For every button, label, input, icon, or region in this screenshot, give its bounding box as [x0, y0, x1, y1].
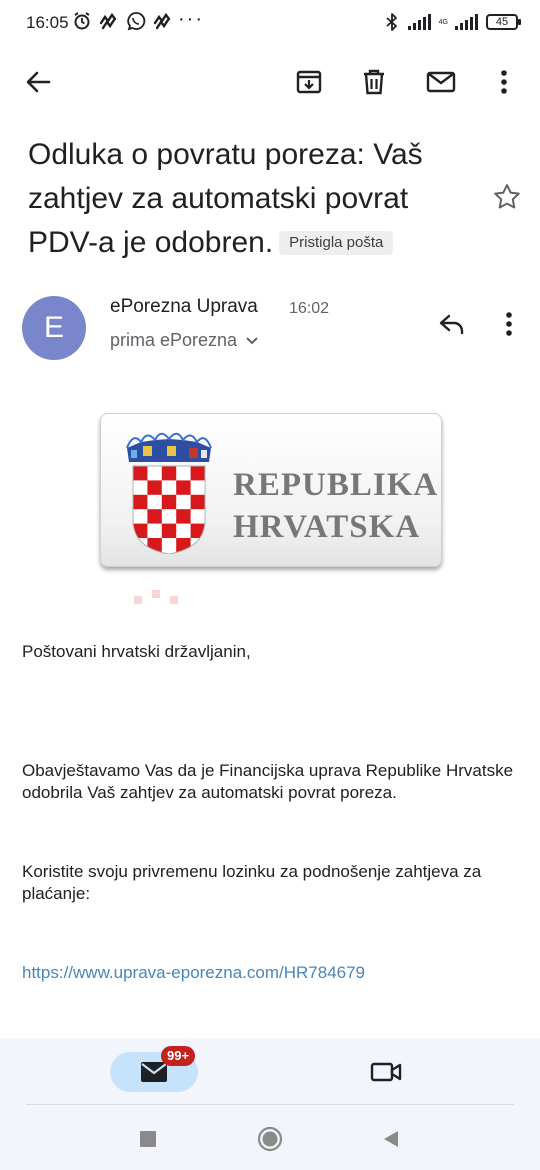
home-button[interactable]	[255, 1124, 285, 1154]
app-notification-icon-2	[153, 12, 171, 30]
logo-text-line2: HRVATSKA	[233, 509, 421, 545]
reply-button[interactable]	[434, 306, 470, 342]
trash-icon	[364, 69, 384, 95]
coat-of-arms-icon	[126, 432, 212, 554]
logo-reflection	[134, 590, 178, 604]
recipient-details-toggle[interactable]: prima ePorezna	[110, 330, 259, 351]
square-icon	[140, 1131, 156, 1147]
back-nav-button[interactable]	[376, 1124, 406, 1154]
signal-icon	[407, 14, 431, 30]
mail-icon	[141, 1062, 167, 1082]
logo-text-line1: REPUBLIKA	[233, 467, 439, 503]
more-vert-icon	[501, 70, 507, 94]
viber-icon	[127, 12, 146, 31]
more-notifications-icon: ···	[178, 8, 204, 30]
arrow-left-icon	[26, 71, 51, 93]
inbox-label-chip[interactable]: Pristigla pošta	[279, 231, 394, 255]
more-vert-icon	[506, 312, 512, 336]
delete-button[interactable]	[354, 62, 394, 102]
recents-button[interactable]	[133, 1124, 163, 1154]
alarm-icon	[74, 12, 90, 30]
nav-divider	[26, 1104, 514, 1105]
archive-button[interactable]	[289, 62, 329, 102]
battery-icon: 45	[486, 14, 521, 30]
mark-unread-button[interactable]	[421, 62, 461, 102]
home-circle-icon	[257, 1126, 283, 1152]
back-button[interactable]	[18, 62, 58, 102]
system-navigation-bar	[0, 1106, 540, 1170]
star-icon	[494, 184, 520, 209]
app-notification-icon	[99, 12, 117, 30]
signal-icon-2	[455, 14, 478, 30]
email-subject: Odluka o povratu poreza: Vaš zahtjev za …	[28, 133, 458, 265]
video-icon	[370, 1062, 402, 1082]
chevron-down-icon	[246, 336, 258, 344]
bluetooth-icon	[386, 13, 397, 31]
sender-avatar[interactable]: E	[22, 296, 86, 360]
republika-hrvatska-logo: REPUBLIKA HRVATSKA	[100, 413, 442, 567]
unread-count-badge: 99+	[161, 1046, 196, 1066]
system-status-icons: 4G 45	[383, 12, 521, 32]
more-options-button[interactable]	[484, 62, 524, 102]
logo-text: REPUBLIKA HRVATSKA	[233, 464, 438, 548]
email-paragraph-1: Obavještavamo Vas da je Financijska upra…	[22, 761, 514, 802]
nav-meet-tab[interactable]	[368, 1056, 404, 1088]
archive-icon	[296, 70, 322, 94]
email-toolbar	[0, 52, 540, 112]
status-time: 16:05	[26, 13, 69, 32]
status-bar: 16:05 ··· 4G 45	[0, 0, 540, 46]
email-link[interactable]: https://www.uprava-eporezna.com/HR784679	[22, 962, 522, 984]
email-greeting: Poštovani hrvatski državljanin,	[22, 642, 251, 661]
reply-icon	[439, 314, 464, 335]
message-more-button[interactable]	[494, 306, 524, 342]
email-time: 16:02	[289, 300, 330, 317]
recipient-text: prima ePorezna	[110, 330, 238, 350]
bottom-navigation: 99+	[0, 1038, 540, 1106]
email-paragraph-2: Koristite svoju privremenu lozinku za po…	[22, 862, 482, 903]
star-button[interactable]	[492, 182, 522, 212]
sender-name: ePorezna Uprava	[110, 296, 258, 317]
mail-icon	[426, 71, 456, 93]
back-triangle-icon	[384, 1131, 398, 1147]
notification-icons	[72, 11, 174, 31]
network-type: 4G	[438, 18, 448, 26]
